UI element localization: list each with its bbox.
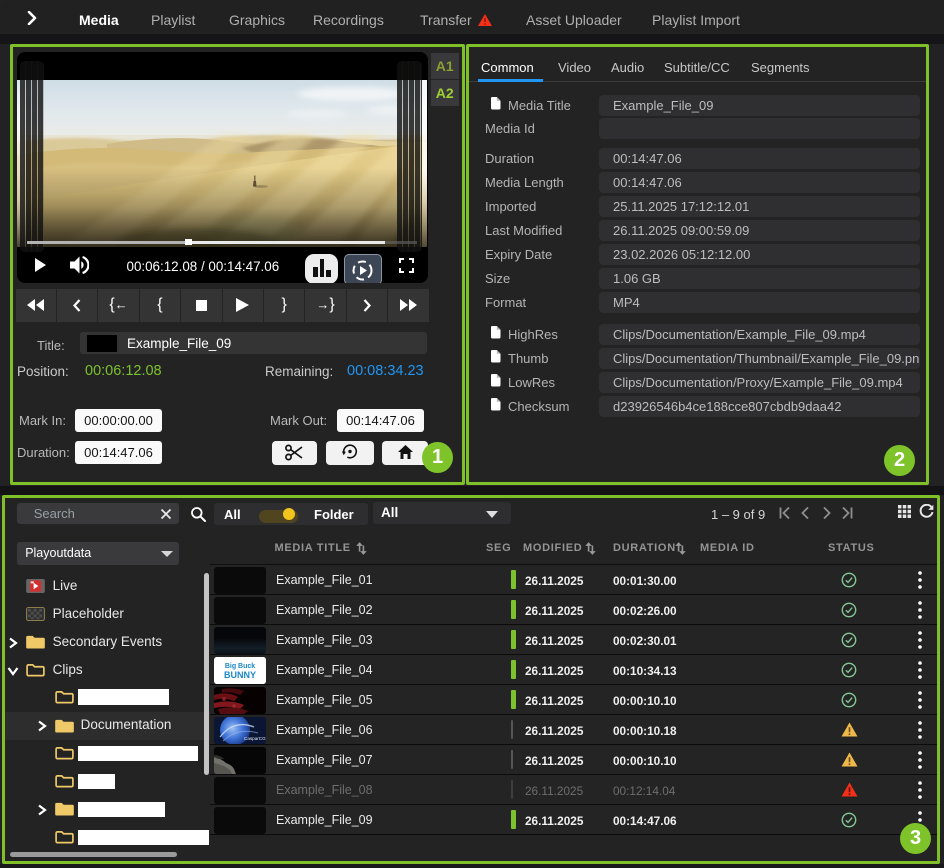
svg-text:CasparCG: CasparCG <box>244 736 266 741</box>
svg-text:BUNNY: BUNNY <box>224 670 256 680</box>
svg-text:Big Buck: Big Buck <box>225 663 255 670</box>
